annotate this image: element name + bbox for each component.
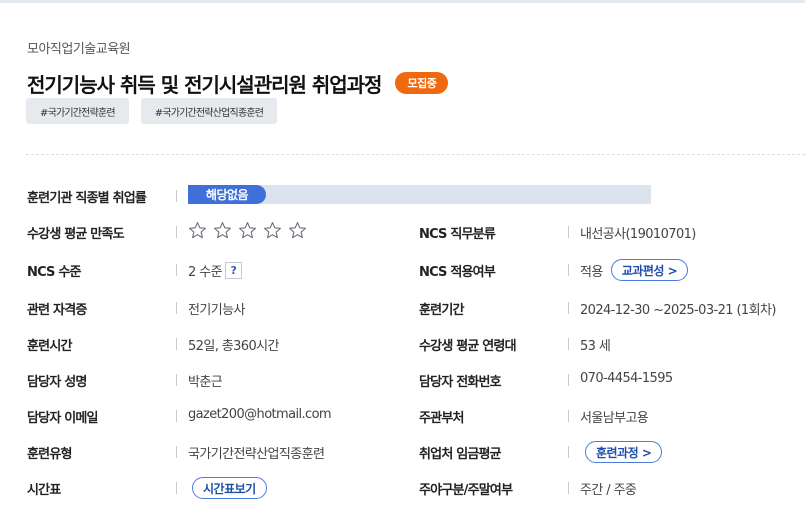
cert-value: 전기기능사 (188, 303, 245, 318)
star-empty-icon (239, 222, 256, 239)
timetable-button-wrap: 시간표보기 (192, 477, 267, 499)
separator (176, 302, 177, 314)
wage-row: 취업처 임금평균 (419, 440, 502, 464)
star-empty-icon (289, 222, 306, 239)
tag-national-strategy-industry[interactable]: #국가기간전략산업직종훈련 (140, 98, 278, 124)
separator (176, 482, 177, 494)
star-empty-icon (264, 222, 281, 239)
dashed-divider (26, 154, 805, 155)
period-label: 훈련기간 (419, 302, 464, 318)
separator (176, 226, 177, 238)
ncs-level-value: 2 수준 (188, 265, 223, 280)
star-empty-icon (189, 222, 206, 239)
period-row: 훈련기간 (419, 296, 464, 320)
manager-email-row: 담당자 이메일 (27, 404, 98, 428)
manager-email-value: gazet200@hotmail.com (188, 407, 332, 422)
day-night-label: 주야구분/주말여부 (419, 482, 513, 498)
type-row: 훈련유형 (27, 440, 72, 464)
dept-label: 주관부처 (419, 410, 464, 426)
separator (568, 410, 569, 422)
ncs-apply-value-group: 적용 교과편성 > (580, 259, 689, 281)
employment-rate-value: 해당없음 (188, 185, 266, 204)
period-value: 2024-12-30 ~2025-03-21 (1회차) (580, 303, 776, 318)
ncs-apply-row: NCS 적용여부 (419, 258, 496, 282)
ncs-level-label: NCS 수준 (27, 264, 81, 280)
separator (176, 446, 177, 458)
title-row: 전기기능사 취득 및 전기시설관리원 취업과정 모집중 (27, 68, 449, 98)
tag-list: #국가기간전략훈련 #국가기간전략산업직종훈련 (26, 98, 278, 124)
ncs-apply-value: 적용 (580, 264, 603, 280)
satisfaction-row: 수강생 평균 만족도 (27, 220, 125, 244)
ncs-job-value: 내선공사(19010701) (580, 227, 696, 242)
training-institution-name[interactable]: 모아직업기술교육원 (27, 38, 131, 57)
separator (568, 302, 569, 314)
separator (568, 338, 569, 350)
satisfaction-label: 수강생 평균 만족도 (27, 226, 125, 242)
top-border (0, 0, 805, 3)
cert-row: 관련 자격증 (27, 296, 87, 320)
separator (568, 482, 569, 494)
ncs-apply-label: NCS 적용여부 (419, 264, 496, 280)
manager-phone-label: 담당자 전화번호 (419, 374, 502, 390)
separator (568, 226, 569, 238)
age-row: 수강생 평균 연령대 (419, 332, 517, 356)
employment-rate-label: 훈련기관 직종별 취업률 (27, 190, 147, 206)
separator (568, 264, 569, 276)
separator (176, 374, 177, 386)
training-course-button[interactable]: 훈련과정 > (585, 441, 663, 463)
view-timetable-button[interactable]: 시간표보기 (192, 477, 267, 499)
ncs-level-row: NCS 수준 (27, 258, 81, 282)
separator (176, 338, 177, 350)
separator (176, 410, 177, 422)
type-label: 훈련유형 (27, 446, 72, 462)
hours-label: 훈련시간 (27, 338, 72, 354)
employment-rate-bar: 해당없음 (188, 185, 651, 204)
tag-national-strategy[interactable]: #국가기간전략훈련 (26, 98, 129, 124)
curriculum-button[interactable]: 교과편성 > (610, 259, 689, 281)
satisfaction-stars (188, 221, 307, 240)
separator (176, 264, 177, 276)
type-value: 국가기간전략산업직종훈련 (188, 447, 325, 462)
dept-value: 서울남부고용 (580, 411, 649, 426)
manager-phone-row: 담당자 전화번호 (419, 368, 502, 392)
age-label: 수강생 평균 연령대 (419, 338, 517, 354)
hours-value: 52일, 총360시간 (188, 339, 279, 354)
manager-name-row: 담당자 성명 (27, 368, 87, 392)
manager-email-label: 담당자 이메일 (27, 410, 98, 426)
manager-name-value: 박춘근 (188, 375, 223, 390)
day-night-row: 주야구분/주말여부 (419, 476, 513, 500)
manager-name-label: 담당자 성명 (27, 374, 87, 390)
employment-rate-row: 훈련기관 직종별 취업률 (27, 184, 147, 208)
cert-label: 관련 자격증 (27, 302, 87, 318)
wage-button-wrap: 훈련과정 > (585, 441, 663, 463)
hours-row: 훈련시간 (27, 332, 72, 356)
ncs-job-label: NCS 직무분류 (419, 226, 496, 242)
separator (176, 190, 177, 202)
course-title: 전기기능사 취득 및 전기시설관리원 취업과정 (27, 72, 382, 97)
help-icon[interactable]: ? (224, 262, 242, 279)
wage-label: 취업처 임금평균 (419, 446, 502, 462)
age-value: 53 세 (580, 339, 611, 354)
star-empty-icon (214, 222, 231, 239)
timetable-label: 시간표 (27, 482, 61, 498)
timetable-row: 시간표 (27, 476, 61, 500)
ncs-level-value-group: 2 수준 ? (188, 261, 242, 280)
separator (568, 446, 569, 458)
dept-row: 주관부처 (419, 404, 464, 428)
day-night-value: 주간 / 주중 (580, 483, 637, 498)
manager-phone-value: 070-4454-1595 (580, 371, 673, 386)
status-badge: 모집중 (395, 72, 449, 94)
ncs-job-row: NCS 직무분류 (419, 220, 496, 244)
separator (568, 374, 569, 386)
